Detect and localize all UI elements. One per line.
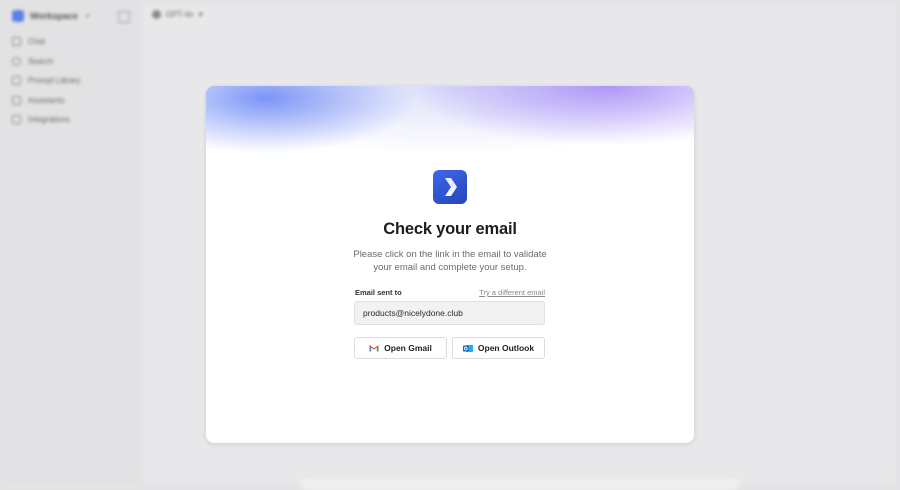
workspace-name: Workspace xyxy=(30,11,78,21)
try-different-email-link[interactable]: Try a different email xyxy=(479,288,545,297)
sidebar: Workspace ▾ Chat Search Prompt Library A… xyxy=(0,0,141,484)
sidebar-item-assistants[interactable]: Assistants xyxy=(12,91,80,111)
open-gmail-button[interactable]: Open Gmail xyxy=(354,337,447,359)
chevron-down-icon: ▾ xyxy=(85,13,90,20)
gmail-icon xyxy=(369,344,380,352)
email-sent-label: Email sent to xyxy=(355,288,402,297)
app-logo-icon xyxy=(433,170,467,204)
library-icon xyxy=(12,76,21,86)
chevron-down-icon: ▾ xyxy=(198,10,203,19)
email-display-field: products@nicelydone.club xyxy=(354,301,545,325)
sidebar-item-label: Assistants xyxy=(28,95,65,105)
dialog-title: Check your email xyxy=(383,220,517,238)
sidebar-toggle-icon[interactable] xyxy=(118,11,130,23)
open-gmail-label: Open Gmail xyxy=(384,343,432,353)
workspace-switcher[interactable]: Workspace ▾ xyxy=(12,10,89,22)
chat-icon xyxy=(12,37,21,47)
sidebar-item-label: Integrations xyxy=(28,115,70,125)
sidebar-item-label: Chat xyxy=(28,37,45,47)
sidebar-item-prompt-library[interactable]: Prompt Library xyxy=(12,71,80,91)
model-icon xyxy=(152,10,161,19)
integrations-icon xyxy=(12,115,21,125)
sidebar-item-integrations[interactable]: Integrations xyxy=(12,110,80,130)
sidebar-item-search[interactable]: Search xyxy=(12,52,80,72)
assistants-icon xyxy=(12,95,21,105)
sidebar-item-label: Prompt Library xyxy=(28,76,81,86)
sidebar-nav: Chat Search Prompt Library Assistants In… xyxy=(12,32,80,130)
open-outlook-label: Open Outlook xyxy=(477,343,535,353)
sidebar-item-chat[interactable]: Chat xyxy=(12,32,80,52)
sidebar-item-label: Search xyxy=(28,56,54,66)
model-selector[interactable]: GPT-4o ▾ xyxy=(152,10,203,19)
search-icon xyxy=(12,56,21,66)
open-outlook-button[interactable]: Open Outlook xyxy=(452,337,545,359)
check-email-dialog: Check your email Please click on the lin… xyxy=(206,86,694,443)
model-label: GPT-4o xyxy=(166,10,194,19)
outlook-icon xyxy=(462,344,473,353)
message-composer[interactable] xyxy=(300,478,740,490)
dialog-description: Please click on the link in the email to… xyxy=(353,249,547,273)
workspace-logo-icon xyxy=(12,10,24,22)
